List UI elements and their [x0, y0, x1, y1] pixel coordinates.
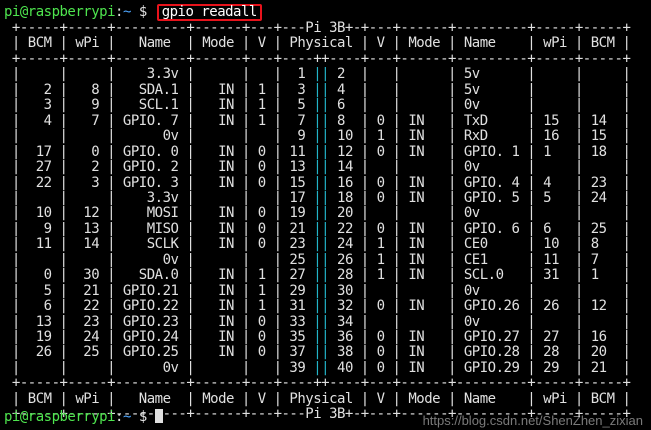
table-line: | | | 3.3v | | | 1 || 2 | | | 5v | | | — [4, 66, 631, 83]
prompt-user-host: pi@raspberrypi — [4, 4, 116, 20]
physical-separator: || — [313, 189, 330, 206]
physical-separator: || — [313, 359, 330, 376]
table-line: | | | 3.3v | | | 17 || 18 | 0 | IN | GPI… — [4, 189, 631, 206]
physical-separator: || — [313, 128, 330, 145]
physical-separator: || — [313, 236, 330, 253]
table-line: | 11 | 14 | SCLK | IN | 0 | 23 || 24 | 1… — [4, 236, 631, 253]
physical-separator: || — [313, 174, 330, 191]
physical-separator: || — [313, 313, 330, 330]
physical-separator: || — [313, 251, 330, 268]
table-line: | 5 | 21 | GPIO.21 | IN | 1 | 29 || 30 |… — [4, 282, 631, 299]
table-line: +-----+-----+---------+------+---+---Pi … — [4, 20, 631, 36]
table-line: | | | 0v | | | 9 || 10 | 1 | IN | RxD | … — [4, 128, 631, 145]
physical-separator: || — [313, 159, 330, 176]
physical-separator: || — [313, 66, 330, 83]
prompt-path: ~ — [122, 409, 131, 425]
table-line: | 17 | 0 | GPIO. 0 | IN | 0 | 11 || 12 |… — [4, 143, 631, 160]
table-line: | 0 | 30 | SDA.0 | IN | 1 | 27 || 28 | 1… — [4, 267, 631, 284]
table-line: | BCM | wPi | Name | Mode | V | Physical… — [4, 35, 631, 52]
table-line: | 9 | 13 | MISO | IN | 0 | 21 || 22 | 0 … — [4, 220, 631, 237]
command-line: pi@raspberrypi:~ $ gpio readall — [4, 4, 262, 21]
physical-separator: || — [313, 205, 330, 222]
table-line: | BCM | wPi | Name | Mode | V | Physical… — [4, 390, 631, 407]
watermark-text: https://blog.csdn.net/ShenZhen_zixian — [422, 413, 643, 428]
highlighted-command: gpio readall — [156, 4, 262, 21]
table-line: +-----+-----+---------+------+---+----++… — [4, 375, 631, 392]
table-line: | 22 | 3 | GPIO. 3 | IN | 0 | 15 || 16 |… — [4, 174, 631, 191]
physical-separator: || — [313, 282, 330, 299]
prompt-path: ~ — [122, 4, 131, 20]
table-line: | 4 | 7 | GPIO. 7 | IN | 1 | 7 || 8 | 0 … — [4, 112, 631, 129]
physical-separator: || — [313, 298, 330, 315]
text-cursor — [154, 409, 163, 423]
prompt-separator: : — [115, 409, 123, 425]
prompt-user-host: pi@raspberrypi — [4, 409, 116, 425]
table-line: | 3 | 9 | SCL.1 | IN | 1 | 5 || 6 | | | … — [4, 97, 631, 114]
table-line: | 26 | 25 | GPIO.25 | IN | 0 | 37 || 38 … — [4, 344, 631, 361]
prompt-dollar: $ — [130, 409, 155, 425]
prompt-dollar: $ — [130, 4, 155, 20]
physical-separator: || — [313, 112, 330, 129]
table-line: | 13 | 23 | GPIO.23 | IN | 0 | 33 || 34 … — [4, 313, 631, 330]
physical-separator: || — [313, 329, 330, 345]
current-prompt-line[interactable]: pi@raspberrypi:~ $ — [4, 409, 163, 426]
prompt-separator: : — [115, 4, 123, 20]
physical-separator: || — [313, 81, 330, 98]
physical-separator: || — [313, 143, 330, 160]
physical-separator: || — [313, 220, 330, 237]
physical-separator: || — [313, 97, 330, 114]
table-line: | 6 | 22 | GPIO.22 | IN | 1 | 31 || 32 |… — [4, 298, 631, 315]
table-line: | 10 | 12 | MOSI | IN | 0 | 19 || 20 | |… — [4, 205, 631, 222]
table-line: +-----+-----+---------+------+---+----++… — [4, 50, 631, 67]
table-line: | | | 0v | | | 25 || 26 | 1 | IN | CE1 |… — [4, 251, 631, 268]
table-line: | | | 0v | | | 39 || 40 | 0 | IN | GPIO.… — [4, 359, 631, 376]
physical-separator: || — [313, 267, 330, 284]
physical-separator: || — [313, 344, 330, 361]
table-line: | 27 | 2 | GPIO. 2 | IN | 0 | 13 || 14 |… — [4, 159, 631, 176]
table-line: | 19 | 24 | GPIO.24 | IN | 0 | 35 || 36 … — [4, 329, 631, 345]
table-line: | 2 | 8 | SDA.1 | IN | 1 | 3 || 4 | | | … — [4, 81, 631, 98]
terminal-window[interactable]: pi@raspberrypi:~ $ gpio readall +-----+-… — [0, 0, 651, 430]
